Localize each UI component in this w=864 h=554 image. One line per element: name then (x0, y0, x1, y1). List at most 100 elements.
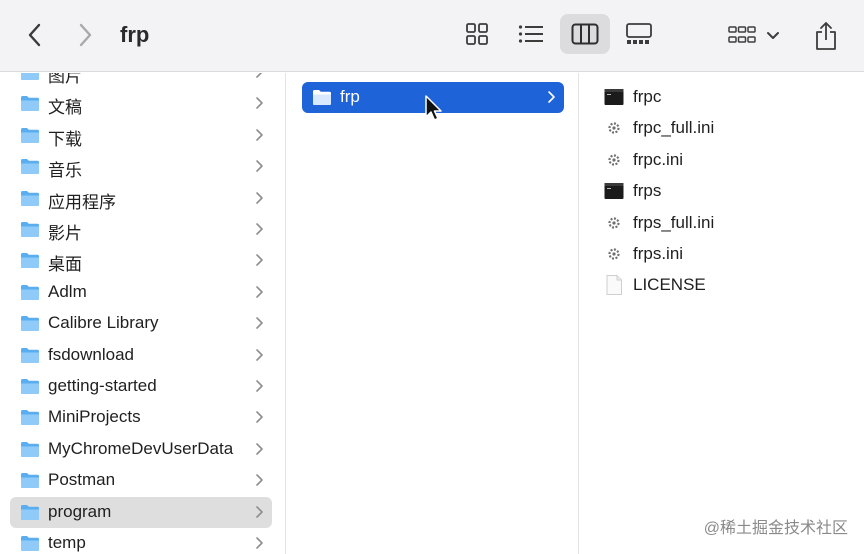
folder-label: Adlm (48, 281, 87, 301)
folder-icon (21, 316, 39, 332)
watermark: @稀土掘金技术社区 (703, 520, 848, 537)
chevron-right-icon (256, 191, 263, 204)
executable-icon (604, 183, 624, 200)
executable-icon (604, 89, 624, 105)
chevron-right-icon (256, 160, 263, 172)
chevron-right-icon (256, 348, 263, 361)
back-button[interactable] (18, 18, 52, 52)
folder-icon (21, 410, 39, 426)
file-label: frps.ini (633, 244, 684, 263)
icon-view-button[interactable] (452, 14, 502, 54)
mouse-cursor-icon (425, 95, 442, 121)
sidebar-folder-item[interactable]: MiniProjects (10, 402, 272, 433)
file-item[interactable]: frpc_full.ini (602, 113, 852, 144)
columns-icon (571, 23, 599, 45)
column-parent-folders[interactable]: 图片 文稿 下载 音乐 应用程序 影片 桌面 Adlm Calibre Libr… (0, 73, 286, 554)
folder-documents-icon (21, 96, 39, 112)
chevron-right-icon (548, 91, 555, 103)
folder-label: 文稿 (48, 98, 82, 118)
chevron-right-icon (79, 23, 92, 47)
chevron-right-icon (256, 505, 263, 518)
group-grid-icon (728, 26, 756, 43)
folder-label: 桌面 (48, 255, 82, 275)
folder-icon (21, 536, 39, 551)
share-button[interactable] (808, 16, 844, 56)
sidebar-folder-item[interactable]: Calibre Library (10, 308, 272, 339)
folder-desktop-icon (21, 253, 39, 269)
folder-icon (21, 379, 39, 394)
folder-label: Calibre Library (48, 313, 159, 333)
folder-pictures-icon (21, 73, 39, 80)
file-item[interactable]: frps (602, 176, 852, 207)
chevron-right-icon (256, 254, 263, 267)
sidebar-folder-item[interactable]: Postman (10, 465, 272, 496)
folder-label: getting-started (48, 376, 157, 395)
folder-icon (21, 284, 39, 300)
folder-label: 音乐 (48, 161, 82, 181)
folder-label: program (48, 501, 112, 521)
forward-button[interactable] (68, 18, 102, 52)
config-file-icon (608, 216, 620, 229)
sidebar-folder-item[interactable]: temp (10, 528, 272, 554)
window-title: frp (120, 22, 150, 47)
sidebar-folder-item[interactable]: Adlm (10, 277, 272, 308)
file-item[interactable]: frps_full.ini (602, 208, 852, 239)
chevron-right-icon (256, 474, 263, 486)
folder-music-icon (21, 159, 39, 175)
folder-label: temp (48, 533, 86, 552)
chevron-right-icon (256, 73, 263, 78)
sidebar-folder-item[interactable]: 图片 (10, 73, 272, 88)
column-view-button[interactable] (560, 14, 610, 54)
file-label: frpc_full.ini (633, 118, 715, 138)
folder-icon (21, 473, 39, 489)
file-label: LICENSE (633, 275, 706, 295)
sidebar-folder-item[interactable]: fsdownload (10, 340, 272, 371)
config-file-icon (608, 154, 620, 166)
column-frp-contents[interactable]: frpc frpc_full.ini frpc.ini frps frps_full.i… (580, 73, 864, 554)
sidebar-folder-item[interactable]: getting-started (10, 371, 272, 402)
folder-icon (21, 347, 39, 363)
folder-label: Postman (48, 470, 116, 490)
list-view-button[interactable] (506, 14, 556, 54)
config-file-icon (608, 122, 620, 134)
file-label: frps (633, 181, 662, 201)
file-label: frpc.ini (633, 149, 684, 169)
file-item[interactable]: LICENSE (602, 270, 852, 301)
column-program[interactable]: frp (287, 73, 579, 554)
chevron-right-icon (256, 285, 263, 298)
file-item[interactable]: frpc (602, 82, 852, 113)
folder-applications-icon (21, 190, 39, 206)
file-item[interactable]: frps.ini (602, 239, 852, 270)
chevron-left-icon (28, 23, 41, 47)
sidebar-folder-item[interactable]: 音乐 (10, 151, 272, 182)
sidebar-folder-item[interactable]: 下载 (10, 120, 272, 151)
toolbar: frp (0, 0, 864, 72)
sidebar-folder-item[interactable]: program (10, 496, 272, 528)
folder-icon (21, 441, 39, 457)
chevron-right-icon (256, 317, 263, 329)
file-item[interactable]: frpc.ini (602, 145, 852, 176)
sidebar-folder-item[interactable]: MyChromeDevUserData (10, 434, 272, 465)
group-by-button[interactable] (728, 18, 788, 54)
folder-icon (21, 504, 39, 520)
sidebar-folder-item[interactable]: 应用程序 (10, 183, 272, 214)
grid-icon (466, 23, 488, 45)
sidebar-folder-item[interactable]: 桌面 (10, 245, 272, 276)
folder-label: MyChromeDevUserData (48, 438, 234, 458)
folder-label: fsdownload (48, 344, 135, 364)
gallery-view-button[interactable] (614, 14, 664, 54)
config-file-icon (608, 248, 620, 260)
chevron-right-icon (256, 442, 263, 455)
folder-label: 图片 (48, 73, 82, 86)
list-icon (518, 25, 543, 43)
chevron-right-icon (256, 537, 263, 549)
folder-label: MiniProjects (48, 407, 141, 427)
sidebar-folder-item[interactable]: 影片 (10, 214, 272, 245)
folder-label: 下载 (48, 129, 82, 149)
folder-icon (313, 90, 331, 105)
file-label: frpc (633, 87, 662, 106)
folder-label: frp (340, 87, 360, 106)
file-label: frps_full.ini (633, 212, 715, 232)
sidebar-folder-item[interactable]: 文稿 (10, 88, 272, 119)
gallery-icon (626, 23, 652, 44)
